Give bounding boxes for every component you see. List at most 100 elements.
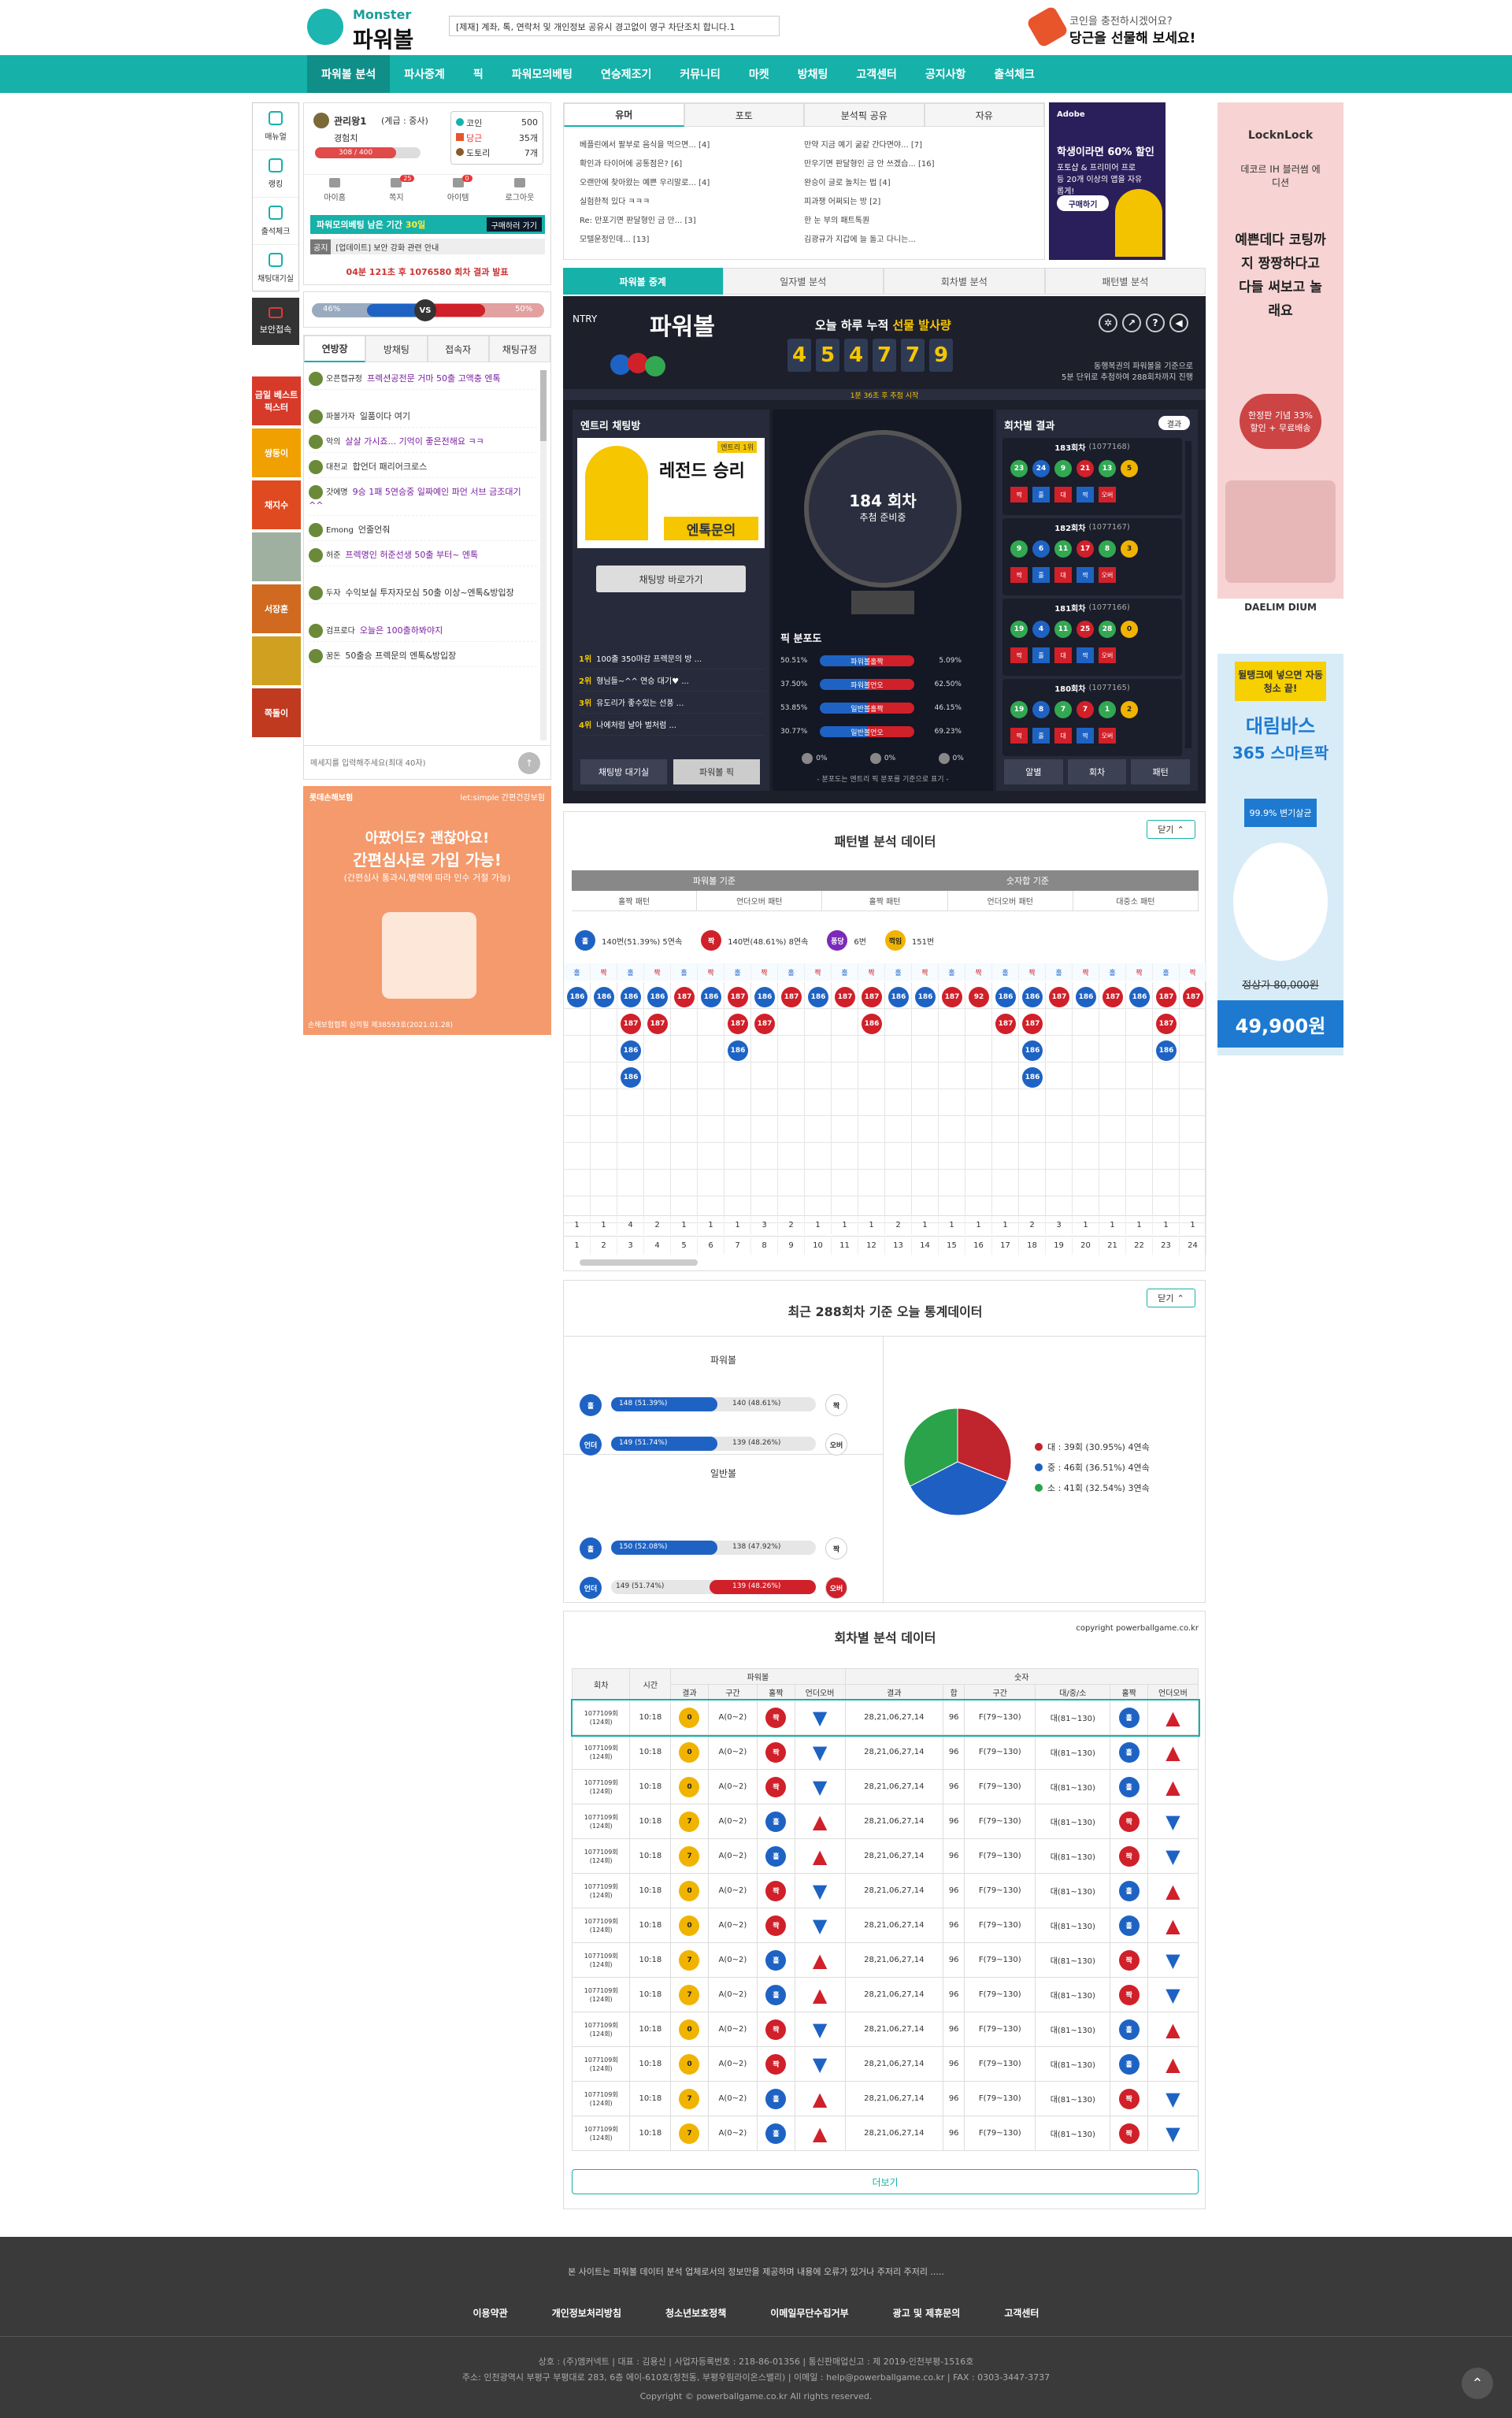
footer-link[interactable]: 청소년보호정책: [665, 2306, 726, 2320]
nav-item[interactable]: 파워볼 분석: [307, 55, 391, 93]
header-notice[interactable]: [제재] 계좌, 톡, 연락처 및 개인정보 공유시 경고없이 영구 차단조치 …: [449, 16, 780, 36]
board-post[interactable]: 만우기면 판달형인 금 안 쓰겠습... [16]: [804, 157, 1032, 176]
chat-user-name[interactable]: 오픈캡규정: [326, 375, 362, 384]
pattern-subhead[interactable]: 홀짝 패턴: [572, 891, 698, 910]
promo-banner[interactable]: 서장훈: [252, 584, 301, 633]
nav-item[interactable]: 마켓: [735, 55, 784, 93]
board-post[interactable]: 한 눈 부의 패트톡퀀: [804, 213, 1032, 232]
board-post[interactable]: 실험한적 있다 ㅋㅋㅋ: [580, 195, 792, 213]
footer-link[interactable]: 광고 및 제휴문의: [893, 2306, 961, 2320]
table-row[interactable]: 1077109회 (124회) 10:18 7 A(0~2) 홀 ▲ 28,21,06,27,…: [571, 1977, 1199, 2012]
board-post[interactable]: 김광규가 지갑에 늘 돌고 다니는...: [804, 232, 1032, 251]
profile-link[interactable]: 로그아웃: [489, 175, 550, 206]
chat-scroll-thumb[interactable]: [540, 370, 547, 441]
chat-user-name[interactable]: 파볼가자: [326, 413, 355, 421]
promo-banner[interactable]: 쌍둥이: [252, 428, 301, 477]
chat-user-name[interactable]: 두자: [326, 589, 340, 598]
board-tab[interactable]: 분석픽 공유: [804, 103, 925, 127]
results-nav-button[interactable]: 회차: [1067, 759, 1127, 784]
board-post[interactable]: 오랜만에 찾아왔는 예쁜 우리말로... [4]: [580, 176, 792, 195]
quick-item[interactable]: 매뉴얼: [253, 103, 298, 150]
chat-user-name[interactable]: 허준: [326, 551, 340, 560]
powerball-tab[interactable]: 회차별 분석: [884, 268, 1045, 295]
promo-banner[interactable]: 채지수: [252, 480, 301, 529]
table-row[interactable]: 1077109회 (124회) 10:18 0 A(0~2) 짝 ▼ 28,21,06,27,…: [571, 2046, 1199, 2082]
chat-user-name[interactable]: 꿈돈: [326, 652, 340, 661]
site-logo[interactable]: Monster 파워볼: [307, 4, 425, 53]
adobe-buy-button[interactable]: 구매하기: [1057, 195, 1109, 211]
chat-scrollbar[interactable]: [540, 370, 547, 740]
table-row[interactable]: 1077109회 (124회) 10:18 7 A(0~2) 홀 ▲ 28,21,06,27,…: [571, 1942, 1199, 1978]
chat-user-name[interactable]: 갓에명: [326, 488, 348, 497]
profile-link[interactable]: 마이홈: [304, 175, 365, 206]
board-post[interactable]: 모텔운정인데... [13]: [580, 232, 792, 251]
nav-item[interactable]: 커뮤니티: [665, 55, 735, 93]
pattern-hscroll[interactable]: [580, 1259, 698, 1266]
chat-tab[interactable]: 연방장: [304, 336, 366, 362]
powerball-pick-button[interactable]: 파워볼 픽: [673, 759, 760, 784]
chat-wait-button[interactable]: 채팅방 대기실: [580, 759, 667, 784]
quick-item[interactable]: 랭킹: [253, 150, 298, 198]
nav-item[interactable]: 출석체크: [980, 55, 1049, 93]
more-button[interactable]: 더보기: [572, 2169, 1199, 2194]
chat-input[interactable]: [310, 754, 507, 773]
board-post[interactable]: Re: 만포기면 판달형인 금 만... [3]: [580, 213, 792, 232]
board-tab[interactable]: 포토: [684, 103, 804, 127]
promo-banner[interactable]: [252, 636, 301, 685]
table-row[interactable]: 1077109회 (124회) 10:18 0 A(0~2) 짝 ▼ 28,21,06,27,…: [570, 1698, 1200, 1737]
promo-banner[interactable]: 금일 베스트 픽스터: [252, 376, 301, 425]
footer-link[interactable]: 개인정보처리방침: [552, 2306, 621, 2320]
rank-row[interactable]: 3위 유도리가 좋수있는 선풍 ...: [579, 692, 765, 714]
pattern-subhead[interactable]: 대중소 패턴: [1073, 891, 1199, 910]
table-row[interactable]: 1077109회 (124회) 10:18 7 A(0~2) 홀 ▲ 28,21,06,27,…: [571, 1838, 1199, 1874]
sound-icon[interactable]: ◀: [1169, 313, 1188, 332]
table-row[interactable]: 1077109회 (124회) 10:18 0 A(0~2) 짝 ▼ 28,21,06,27,…: [571, 2012, 1199, 2047]
board-post[interactable]: 완승이 글로 놀치는 법 [4]: [804, 176, 1032, 195]
quick-item[interactable]: 채팅대기실: [253, 245, 298, 292]
board-tab[interactable]: 자유: [924, 103, 1044, 127]
board-post[interactable]: 베플린에서 팔부로 음식을 먹으면... [4]: [580, 138, 792, 157]
table-row[interactable]: 1077109회 (124회) 10:18 7 A(0~2) 홀 ▲ 28,21,06,27,…: [571, 1804, 1199, 1839]
chat-user-name[interactable]: Emong: [326, 526, 354, 535]
secure-login-button[interactable]: 보안접속: [252, 298, 299, 345]
settings-icon[interactable]: ✲: [1099, 313, 1117, 332]
share-icon[interactable]: ↗: [1122, 313, 1141, 332]
chat-tab[interactable]: 접속자: [427, 336, 489, 362]
adobe-ad[interactable]: Adobe 학생이라면 60% 할인 포토샵 & 프리미어 프로 등 20개 이…: [1049, 102, 1166, 260]
mock-buy-button[interactable]: 구매하러 가기: [486, 217, 542, 232]
table-row[interactable]: 1077109회 (124회) 10:18 7 A(0~2) 홀 ▲ 28,21,06,27,…: [571, 2081, 1199, 2116]
nav-item[interactable]: 픽: [459, 55, 498, 93]
profile-notice[interactable]: 공지 [업데이트] 보안 강화 관련 안내: [310, 239, 545, 254]
locknlock-ad[interactable]: LocknLock 데코르 IH 블러썸 에디션 예쁜데다 코팅까지 짱짱하다고…: [1217, 102, 1343, 599]
pattern-subhead[interactable]: 홀짝 패턴: [822, 891, 948, 910]
board-post[interactable]: 피과쟁 어쩌되는 방 [2]: [804, 195, 1032, 213]
pattern-subhead[interactable]: 언더오버 패턴: [697, 891, 823, 910]
daelim-ad[interactable]: 뒬탱크에 넣으면 자동청소 끝! 대림바스 365 스마트팍 99.9% 변기살…: [1217, 654, 1343, 1055]
nav-item[interactable]: 파사중계: [390, 55, 459, 93]
powerball-tab[interactable]: 파워볼 중계: [563, 268, 723, 295]
entry-banner[interactable]: 엔트리 1위 레전드 승리 엔톡문의: [577, 438, 765, 548]
profile-link[interactable]: 쪽지 25: [365, 175, 427, 206]
table-row[interactable]: 1077109회 (124회) 10:18 0 A(0~2) 짝 ▼ 28,21,06,27,…: [571, 1734, 1199, 1770]
table-row[interactable]: 1077109회 (124회) 10:18 0 A(0~2) 짝 ▼ 28,21,06,27,…: [571, 1873, 1199, 1908]
promo-banner[interactable]: [252, 532, 301, 581]
entry-go-button[interactable]: 채팅방 바로가기: [596, 566, 746, 592]
results-nav-button[interactable]: 패턴: [1131, 759, 1191, 784]
rank-row[interactable]: 4위 나에처럼 날아 벌처럼 ...: [579, 714, 765, 736]
profile-link[interactable]: 아이템 0: [428, 175, 489, 206]
help-icon[interactable]: ?: [1146, 313, 1165, 332]
footer-link[interactable]: 이메일무단수집거부: [770, 2306, 848, 2320]
pattern-close-button[interactable]: 닫기 ⌃: [1147, 820, 1195, 839]
nav-item[interactable]: 고객센터: [842, 55, 911, 93]
powerball-tab[interactable]: 일자별 분석: [722, 268, 884, 295]
nav-item[interactable]: 연승제조기: [587, 55, 665, 93]
board-tab[interactable]: 유머: [564, 103, 684, 127]
results-more-button[interactable]: 결과: [1158, 416, 1190, 430]
table-row[interactable]: 1077109회 (124회) 10:18 0 A(0~2) 짝 ▼ 28,21,06,27,…: [571, 1908, 1199, 1943]
stats-close-button[interactable]: 닫기 ⌃: [1147, 1289, 1195, 1307]
results-nav-button[interactable]: 알별: [1004, 759, 1063, 784]
results-scrollbar[interactable]: [1185, 441, 1191, 748]
rank-row[interactable]: 2위 형님들~^^ 연승 대기♥ ...: [579, 669, 765, 692]
chat-tab[interactable]: 채팅규정: [488, 336, 550, 362]
pattern-subhead[interactable]: 언더오버 패턴: [948, 891, 1073, 910]
